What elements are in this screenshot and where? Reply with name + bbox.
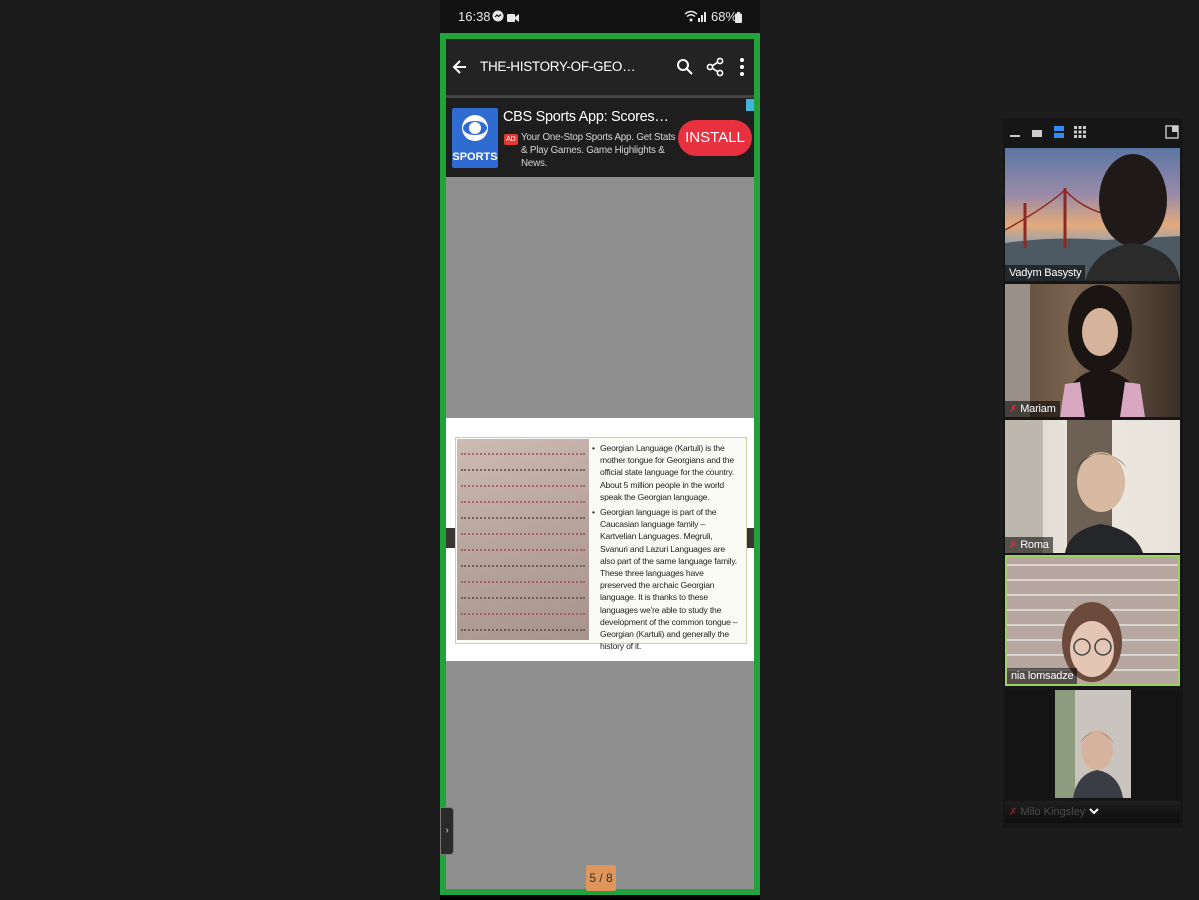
participant-name: ✗ Mariam <box>1005 401 1060 417</box>
minimize-icon[interactable] <box>1009 126 1021 144</box>
signal-icon <box>698 10 708 25</box>
video-tile-active-speaker[interactable]: nia lomsadze <box>1005 555 1180 686</box>
microphone-muted-icon: ✗ <box>1009 540 1018 551</box>
grid-view-icon[interactable] <box>1073 125 1087 144</box>
wifi-icon <box>684 10 698 25</box>
side-panel-handle[interactable]: › <box>440 807 454 855</box>
share-icon[interactable] <box>702 53 728 81</box>
screen-share-border: THE-HISTORY-OF-GEORGIA-LANG... SPORTS CB… <box>440 33 760 895</box>
microphone-muted-icon: ✗ <box>1009 807 1018 818</box>
slide-text: Georgian Language (Kartuli) is the mothe… <box>592 442 742 655</box>
manuscript-image <box>457 439 589 640</box>
single-view-icon[interactable] <box>1031 126 1043 144</box>
ad-choices-icon[interactable] <box>746 99 754 111</box>
back-arrow-icon[interactable] <box>448 53 474 81</box>
shared-phone-screen: 16:38 68% THE-HISTORY-OF-GEORGIA-LANG... <box>440 0 760 900</box>
more-options-icon[interactable] <box>732 53 752 81</box>
video-view-toolbar <box>1003 118 1183 146</box>
document-title: THE-HISTORY-OF-GEORGIA-LANG... <box>480 59 638 74</box>
participant-name: nia lomsadze <box>1007 668 1078 684</box>
ad-description: Your One-Stop Sports App. Get Stats & Pl… <box>521 132 676 169</box>
slide-bullet: Georgian language is part of the Caucasi… <box>592 506 742 652</box>
video-record-icon <box>507 11 519 26</box>
ad-title[interactable]: CBS Sports App: Scores & N... <box>503 109 671 125</box>
video-tile[interactable]: Vadym Basysty <box>1005 148 1180 281</box>
app-bar: THE-HISTORY-OF-GEORGIA-LANG... <box>446 39 754 95</box>
page-indicator: 5 / 8 <box>586 865 616 891</box>
slide-bullet: Georgian Language (Kartuli) is the mothe… <box>592 442 742 503</box>
search-icon[interactable] <box>672 53 698 81</box>
participants-footer: ✗ Milo Kingsley <box>1005 801 1180 823</box>
status-bar: 16:38 68% <box>440 0 760 33</box>
logo-text: SPORTS <box>452 151 498 163</box>
strip-view-icon[interactable] <box>1053 125 1065 144</box>
battery-level: 68% <box>711 9 738 24</box>
participant-name: Vadym Basysty <box>1005 265 1086 281</box>
participant-name: ✗ Milo Kingsley <box>1009 806 1086 818</box>
video-panel: Vadym Basysty ✗ Mariam ✗ Roma nia lomsad… <box>1003 118 1183 828</box>
video-tile[interactable] <box>1005 690 1180 800</box>
video-tile[interactable]: ✗ Mariam <box>1005 284 1180 417</box>
battery-icon <box>735 11 742 26</box>
ad-banner[interactable]: SPORTS CBS Sports App: Scores & N... AD … <box>446 95 754 177</box>
messenger-icon <box>492 10 504 25</box>
status-time: 16:38 <box>458 9 491 24</box>
participant-name: ✗ Roma <box>1005 537 1053 553</box>
video-tile[interactable]: ✗ Roma <box>1005 420 1180 553</box>
cbs-sports-logo: SPORTS <box>452 108 498 168</box>
ad-badge: AD <box>504 134 518 145</box>
microphone-muted-icon: ✗ <box>1009 404 1018 415</box>
install-button[interactable]: INSTALL <box>678 120 752 156</box>
presentation-slide: Georgian Language (Kartuli) is the mothe… <box>446 418 754 661</box>
chevron-down-icon[interactable] <box>1087 804 1101 823</box>
exit-fullscreen-icon[interactable] <box>1165 125 1179 144</box>
slide-content: Georgian Language (Kartuli) is the mothe… <box>455 437 747 651</box>
